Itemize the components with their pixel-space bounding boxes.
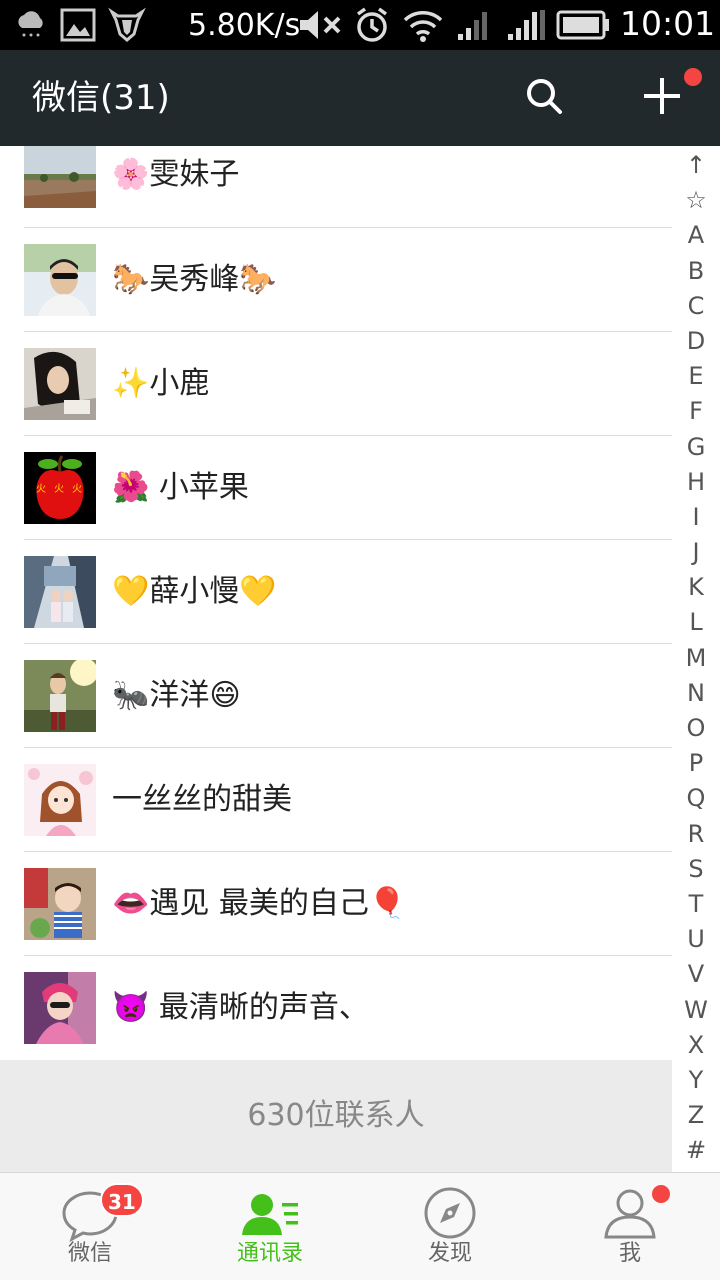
index-letter[interactable]: ☆ — [672, 183, 720, 218]
unread-badge: 31 — [100, 1183, 144, 1217]
avatar — [24, 244, 96, 316]
tab-chats[interactable]: 31 微信 — [0, 1173, 180, 1280]
contact-list[interactable]: 🌸雯妹子 🐎吴秀峰🐎 ✨小鹿 火火火 🌺 小苹果 💛薛小慢💛 🐜洋洋😄 一丝丝的… — [0, 146, 672, 1060]
contact-row[interactable]: 👄遇见 最美的自己🎈 — [0, 852, 672, 956]
index-letter[interactable]: I — [672, 500, 720, 535]
signal-icon — [506, 8, 548, 46]
contact-row[interactable]: 💛薛小慢💛 — [0, 540, 672, 644]
wifi-icon — [402, 7, 444, 47]
contact-row[interactable]: 🐎吴秀峰🐎 — [0, 228, 672, 332]
avatar — [24, 146, 96, 208]
index-letter[interactable]: K — [672, 570, 720, 605]
index-letter[interactable]: H — [672, 465, 720, 500]
contact-name: 👿 最清晰的声音、 — [112, 990, 369, 1025]
index-letter[interactable]: M — [672, 641, 720, 676]
index-letter[interactable]: Z — [672, 1098, 720, 1133]
index-letter[interactable]: T — [672, 887, 720, 922]
search-icon — [524, 76, 564, 120]
battery-icon — [556, 10, 610, 44]
tab-label: 我 — [618, 1241, 641, 1266]
alarm-icon — [354, 6, 390, 48]
mute-icon — [298, 9, 344, 45]
avatar: 火火火 — [24, 452, 96, 524]
app-header: 微信(31) — [0, 50, 720, 146]
cloud-rain-icon — [14, 10, 48, 44]
tab-label: 微信 — [67, 1241, 112, 1266]
index-letter[interactable]: C — [672, 289, 720, 324]
svg-text:火: 火 — [72, 483, 82, 495]
status-bar: 5.80K/s 10:01 — [0, 0, 720, 50]
network-speed: 5.80K/s — [188, 8, 301, 43]
signal-icon — [456, 8, 494, 46]
tab-contacts[interactable]: 通讯录 — [180, 1173, 360, 1280]
contact-name: 🌸雯妹子 — [112, 157, 240, 192]
index-letter[interactable]: ↑ — [672, 148, 720, 183]
notification-dot — [684, 68, 702, 86]
tab-me[interactable]: 我 — [540, 1173, 720, 1280]
index-letter[interactable]: D — [672, 324, 720, 359]
index-letter[interactable]: E — [672, 359, 720, 394]
index-letter[interactable]: R — [672, 817, 720, 852]
index-letter[interactable]: B — [672, 254, 720, 289]
search-button[interactable] — [516, 70, 572, 126]
contact-name: 🌺 小苹果 — [112, 470, 249, 505]
add-button[interactable] — [634, 70, 690, 126]
svg-text:火: 火 — [54, 483, 64, 495]
page-title: 微信(31) — [32, 78, 170, 118]
contact-row[interactable]: 🌸雯妹子 — [0, 146, 672, 228]
contact-name: 💛薛小慢💛 — [112, 574, 277, 609]
index-letter[interactable]: A — [672, 218, 720, 253]
clock: 10:01 — [620, 4, 716, 43]
index-letter[interactable]: N — [672, 676, 720, 711]
index-letter[interactable]: F — [672, 394, 720, 429]
contact-row[interactable]: 火火火 🌺 小苹果 — [0, 436, 672, 540]
index-letter[interactable]: Q — [672, 781, 720, 816]
avatar — [24, 764, 96, 836]
contact-row[interactable]: 一丝丝的甜美 — [0, 748, 672, 852]
plus-icon — [642, 76, 682, 120]
contact-name: 🐜洋洋😄 — [112, 678, 241, 713]
contact-row[interactable]: 👿 最清晰的声音、 — [0, 956, 672, 1060]
tab-discover[interactable]: 发现 — [360, 1173, 540, 1280]
avatar — [24, 868, 96, 940]
index-letter[interactable]: P — [672, 746, 720, 781]
alphabet-index[interactable]: ↑ ☆ A B C D E F G H I J K L M N O P Q R S T U V W X Y Z # — [672, 148, 720, 1172]
shield-icon — [108, 6, 146, 46]
index-letter[interactable]: V — [672, 957, 720, 992]
contact-row[interactable]: 🐜洋洋😄 — [0, 644, 672, 748]
tab-label: 发现 — [427, 1241, 472, 1266]
index-letter[interactable]: S — [672, 852, 720, 887]
tab-label: 通讯录 — [236, 1241, 303, 1266]
notification-dot — [652, 1185, 670, 1203]
index-letter[interactable]: G — [672, 430, 720, 465]
contact-count: 630位联系人 — [0, 1060, 672, 1172]
contact-name: 一丝丝的甜美 — [112, 782, 292, 817]
svg-text:火: 火 — [36, 483, 46, 495]
index-letter[interactable]: # — [672, 1133, 720, 1168]
contact-row[interactable]: ✨小鹿 — [0, 332, 672, 436]
index-letter[interactable]: L — [672, 605, 720, 640]
avatar — [24, 556, 96, 628]
avatar — [24, 972, 96, 1044]
contact-name: ✨小鹿 — [112, 366, 210, 401]
avatar — [24, 660, 96, 732]
index-letter[interactable]: Y — [672, 1063, 720, 1098]
index-letter[interactable]: J — [672, 535, 720, 570]
contact-name: 🐎吴秀峰🐎 — [112, 262, 277, 297]
index-letter[interactable]: W — [672, 993, 720, 1028]
contact-name: 👄遇见 最美的自己🎈 — [112, 886, 407, 921]
index-letter[interactable]: O — [672, 711, 720, 746]
contacts-icon — [238, 1183, 302, 1243]
bottom-nav: 31 微信 通讯录 发现 我 — [0, 1172, 720, 1280]
image-icon — [60, 8, 96, 46]
compass-icon — [418, 1183, 482, 1243]
index-letter[interactable]: U — [672, 922, 720, 957]
index-letter[interactable]: X — [672, 1028, 720, 1063]
avatar — [24, 348, 96, 420]
